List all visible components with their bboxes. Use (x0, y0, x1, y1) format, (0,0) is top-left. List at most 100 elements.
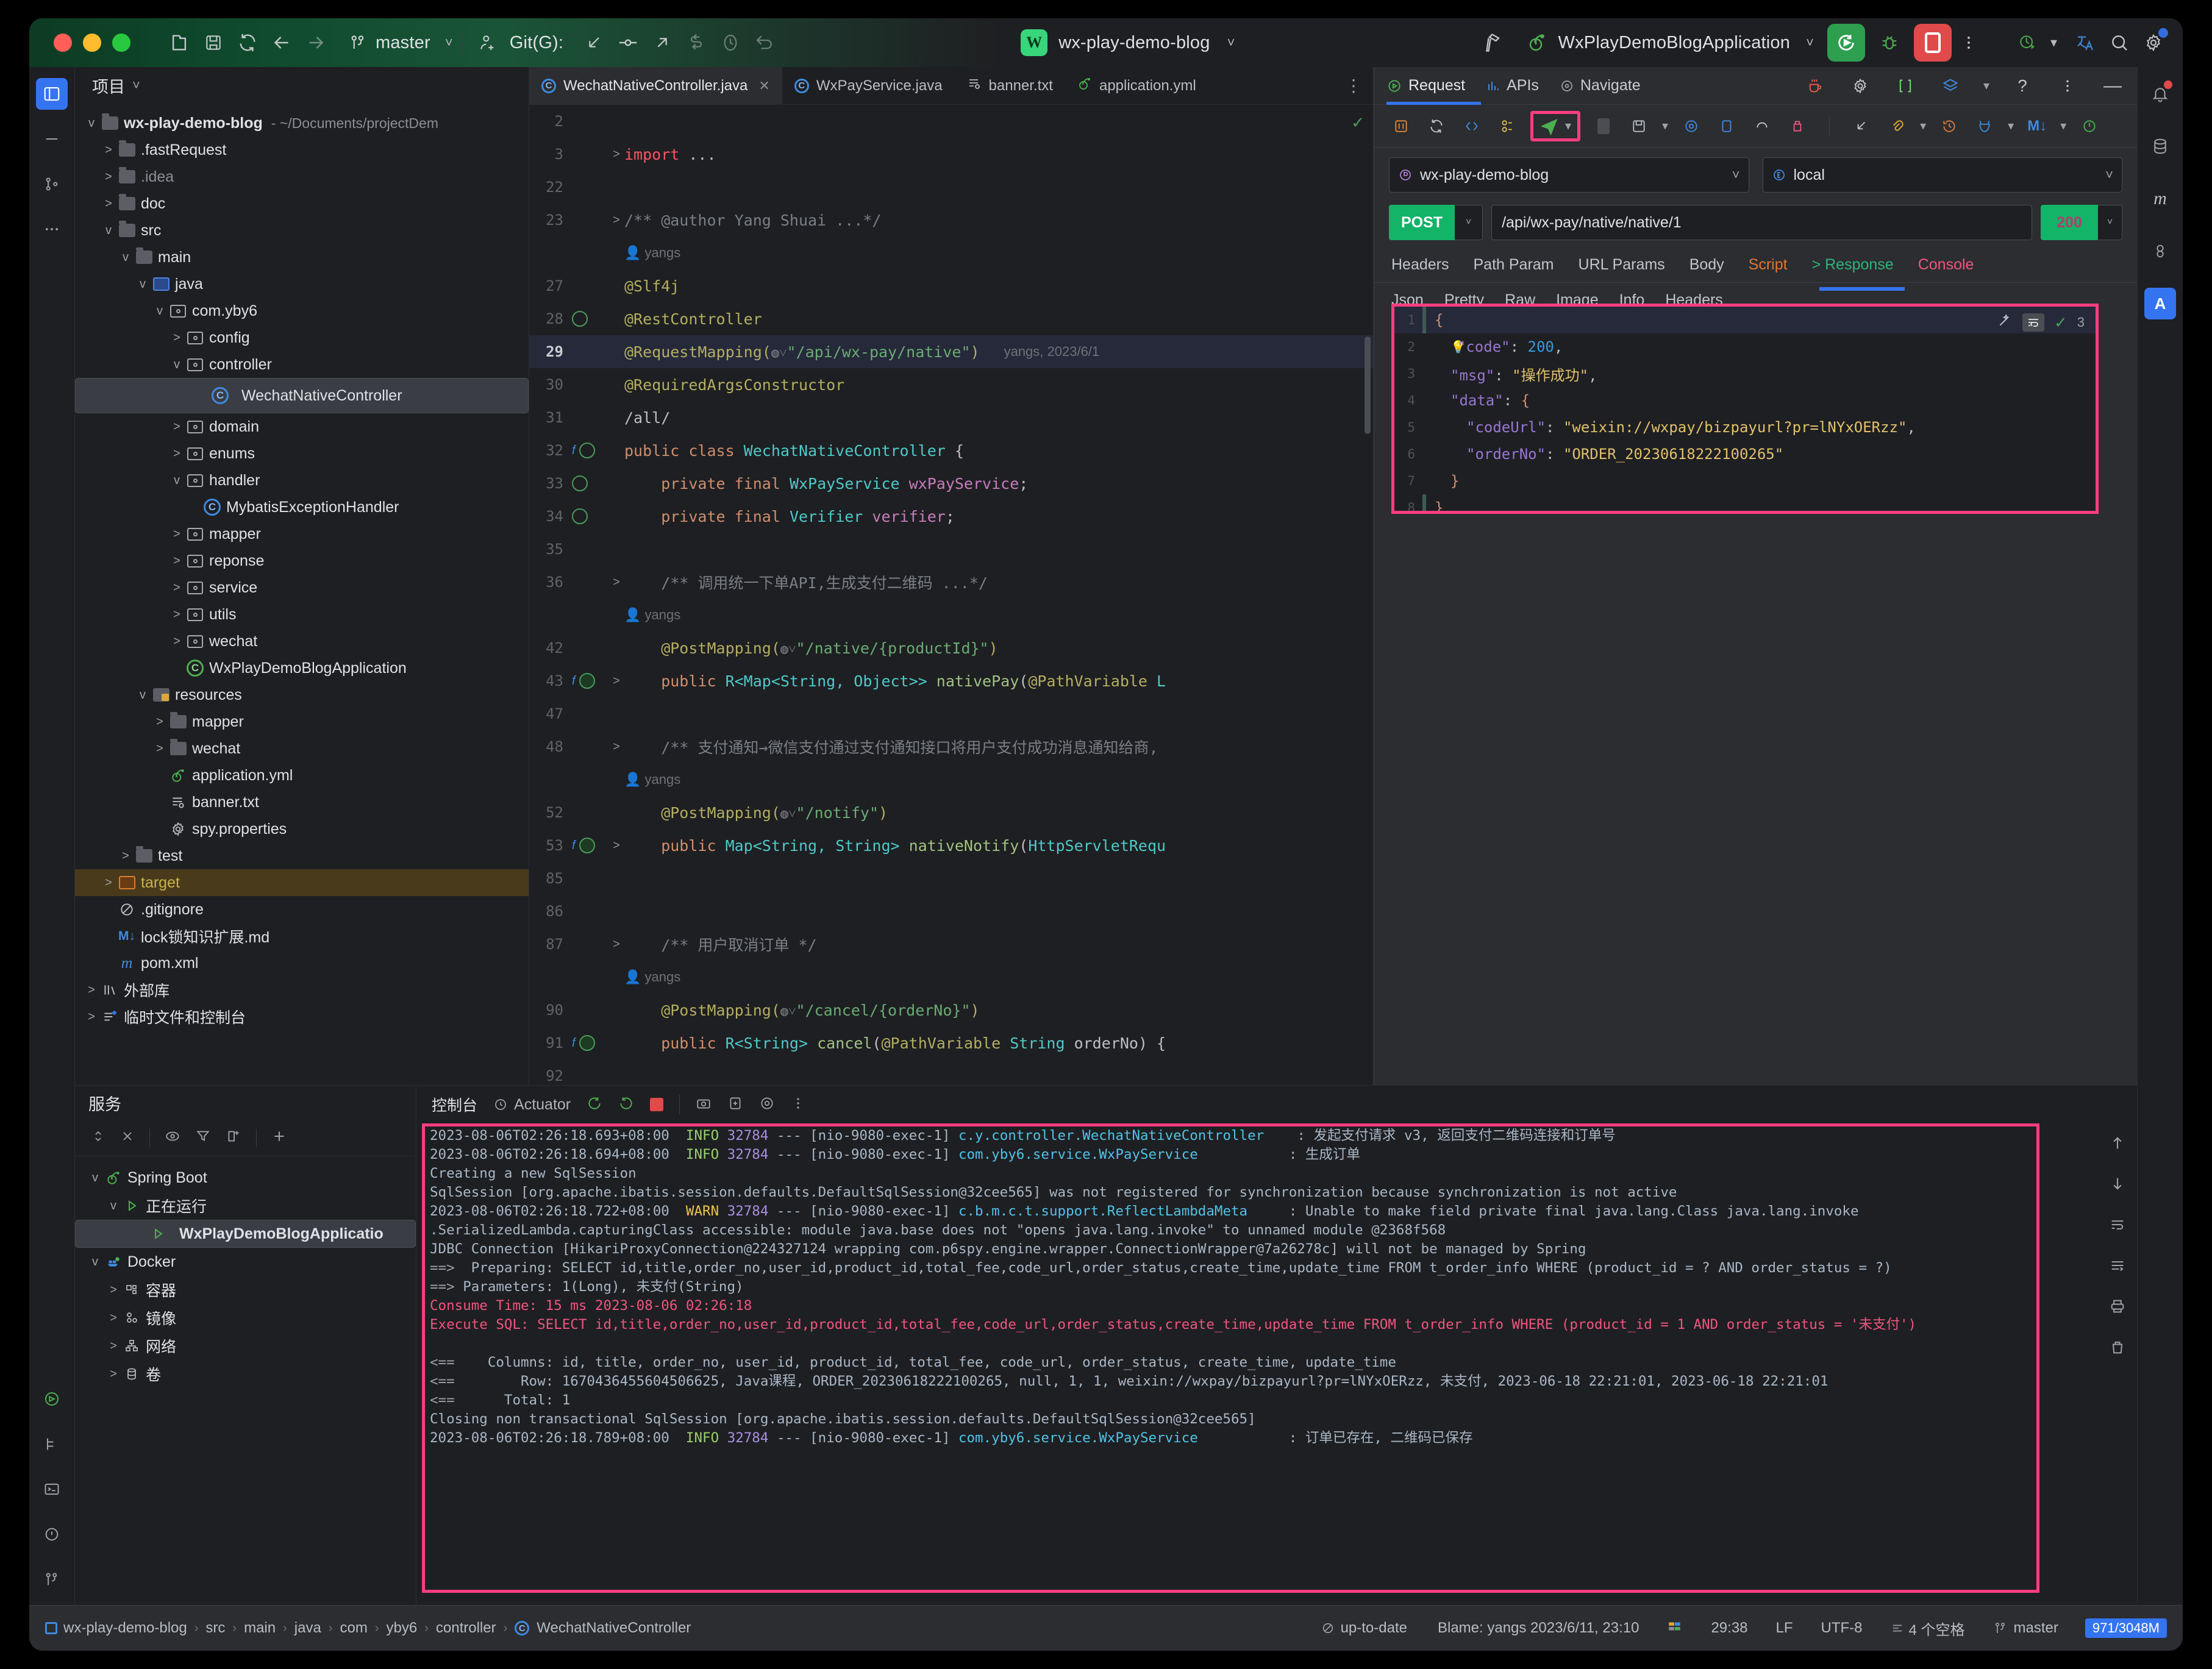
soft-wrap-icon[interactable] (2109, 1216, 2126, 1236)
code-line[interactable]: 👤 yangs (529, 763, 1373, 796)
editor-tab[interactable]: banner.txt (955, 67, 1065, 104)
power-icon[interactable] (2077, 114, 2102, 138)
console-log-output[interactable]: 2023-08-06T02:26:18.693+08:00 INFO 32784… (425, 1126, 2036, 1448)
code-fold-arrow[interactable]: > (608, 575, 624, 589)
tree-item[interactable]: >test (75, 842, 529, 869)
service-tree-item[interactable]: >容器 (75, 1276, 416, 1304)
code-line[interactable]: 22 (529, 171, 1373, 204)
tree-expand-arrow[interactable]: v (84, 116, 99, 130)
code-icon[interactable] (1460, 114, 1484, 138)
commit-icon[interactable] (611, 26, 645, 60)
file-encoding[interactable]: UTF-8 (1821, 1620, 1863, 1637)
tab-navigate[interactable]: Navigate (1560, 77, 1641, 94)
rerun-icon[interactable] (587, 1095, 602, 1114)
code-line[interactable]: 30@RequiredArgsConstructor (529, 368, 1373, 401)
stop-button[interactable] (1914, 24, 1952, 62)
copy-icon[interactable] (1714, 114, 1739, 138)
http-toolbar[interactable]: ▾ ▾ ▾ ▾ M↓ ▾ (1374, 105, 2137, 148)
pull-request-icon[interactable] (679, 26, 713, 60)
breadcrumb-item[interactable]: WechatNativeController (537, 1620, 691, 1637)
tree-item[interactable]: >domain (75, 413, 529, 440)
tree-item[interactable]: >config (75, 324, 529, 351)
bean-gutter-icon[interactable] (579, 443, 595, 458)
help-icon[interactable]: ? (2010, 74, 2035, 98)
tree-expand-arrow[interactable]: v (87, 1171, 103, 1185)
tree-item[interactable]: vwx-play-demo-blog- ~/Documents/projectD… (75, 110, 529, 137)
history-icon[interactable] (1937, 114, 1961, 138)
code-line[interactable]: 👤 yangs (529, 961, 1373, 994)
code-line[interactable]: 48> /** 支付通知→微信支付通过支付通知接口将用户支付成功消息通知给商, (529, 730, 1373, 763)
tab-url-params[interactable]: URL Params (1579, 256, 1665, 282)
back-arrow-icon[interactable] (265, 26, 299, 60)
scroll-end-icon[interactable] (2109, 1257, 2126, 1277)
editor-scrollbar[interactable] (1365, 336, 1371, 434)
service-tree-item[interactable]: >卷 (75, 1360, 416, 1388)
code-line[interactable]: 33 private final WxPayService wxPayServi… (529, 467, 1373, 500)
chevron-down-icon[interactable]: ˅ (1455, 205, 1483, 240)
service-tree-item[interactable]: >镜像 (75, 1304, 416, 1332)
code-fold-arrow[interactable]: > (608, 148, 624, 162)
code-line[interactable]: 34 private final Verifier verifier; (529, 500, 1373, 533)
forward-arrow-icon[interactable] (299, 26, 333, 60)
bean-validation-icon[interactable] (2144, 235, 2176, 267)
project-tool-icon[interactable] (36, 78, 68, 110)
services-toolbar[interactable] (75, 1120, 416, 1156)
close-icon[interactable] (120, 1129, 135, 1147)
code-line[interactable]: 85 (529, 862, 1373, 895)
services-tree[interactable]: vSpring Bootv正在运行WxPlayDemoBlogApplicati… (75, 1156, 416, 1388)
chevron-down-icon[interactable]: ˅ (132, 77, 140, 93)
tree-item[interactable]: mpom.xml (75, 950, 529, 977)
chevron-down-icon[interactable]: ▾ (2008, 118, 2014, 133)
record-icon[interactable] (1679, 114, 1704, 138)
override-gutter-icon[interactable]: f (572, 1036, 576, 1050)
web-gutter-icon[interactable] (579, 838, 595, 853)
camera-icon[interactable] (696, 1095, 712, 1114)
commit-tool-icon[interactable] (36, 123, 68, 155)
cat-icon[interactable] (1972, 114, 1997, 138)
wrap-icon[interactable] (2022, 313, 2044, 332)
tree-expand-arrow[interactable]: > (118, 849, 134, 863)
code-line[interactable]: 52 @PostMapping(◍˅"/notify") (529, 796, 1373, 829)
tree-item[interactable]: >enums (75, 440, 529, 467)
tree-expand-arrow[interactable]: > (152, 715, 168, 729)
code-line[interactable]: 3>import ... (529, 138, 1373, 171)
pull-requests-tool-icon[interactable] (36, 168, 68, 200)
tree-item[interactable]: >外部库 (75, 977, 529, 1003)
tree-item[interactable]: >target (75, 869, 529, 896)
code-area[interactable]: 23>import ...2223>/** @author Yang Shuai… (529, 105, 1373, 1085)
override-gutter-icon[interactable]: f (572, 839, 576, 853)
line-separator[interactable]: LF (1776, 1620, 1793, 1637)
tree-expand-arrow[interactable]: > (101, 143, 116, 157)
link-icon[interactable] (1495, 114, 1519, 138)
breadcrumb[interactable]: wx-play-demo-blog›src›main›java›com›yby6… (63, 1620, 691, 1637)
tree-expand-arrow[interactable]: v (169, 474, 185, 488)
service-tree-item[interactable]: v正在运行 (75, 1192, 416, 1220)
breadcrumb-item[interactable]: main (244, 1620, 276, 1637)
run-configuration-selector[interactable]: WxPlayDemoBlogApplication ˅ (1527, 32, 1814, 54)
window-controls[interactable] (54, 34, 130, 52)
add-icon[interactable] (271, 1128, 287, 1147)
minimize-window-button[interactable] (83, 34, 101, 52)
translate-icon[interactable] (2068, 26, 2102, 60)
filter-icon[interactable] (195, 1128, 211, 1147)
scroll-down-icon[interactable] (2109, 1175, 2126, 1195)
settings-icon[interactable] (759, 1095, 775, 1114)
tree-expand-arrow[interactable]: > (84, 1010, 99, 1024)
breadcrumb-item[interactable]: wx-play-demo-blog (63, 1620, 187, 1637)
tree-expand-arrow[interactable]: > (169, 420, 185, 434)
tree-expand-arrow[interactable]: > (169, 554, 185, 568)
tree-expand-arrow[interactable]: > (169, 331, 185, 345)
project-tree[interactable]: vwx-play-demo-blog- ~/Documents/projectD… (75, 104, 529, 1030)
tree-item[interactable]: M↓lock锁知识扩展.md (75, 923, 529, 950)
code-line[interactable]: 👤 yangs (529, 237, 1373, 269)
response-json-tools[interactable]: ✓ 3 (1997, 313, 2085, 332)
chevron-down-icon[interactable]: ▾ (1983, 78, 1989, 93)
expand-collapse-icon[interactable] (91, 1129, 105, 1147)
tree-expand-arrow[interactable]: > (105, 1311, 121, 1325)
push-icon[interactable] (645, 26, 679, 60)
console-side-toolbar[interactable] (2109, 1134, 2126, 1359)
tree-item[interactable]: spy.properties (75, 816, 529, 842)
http-method-value[interactable]: POST (1389, 205, 1455, 240)
branch-selector[interactable]: master ˅ (349, 33, 453, 53)
more-tools-icon[interactable] (36, 213, 68, 245)
